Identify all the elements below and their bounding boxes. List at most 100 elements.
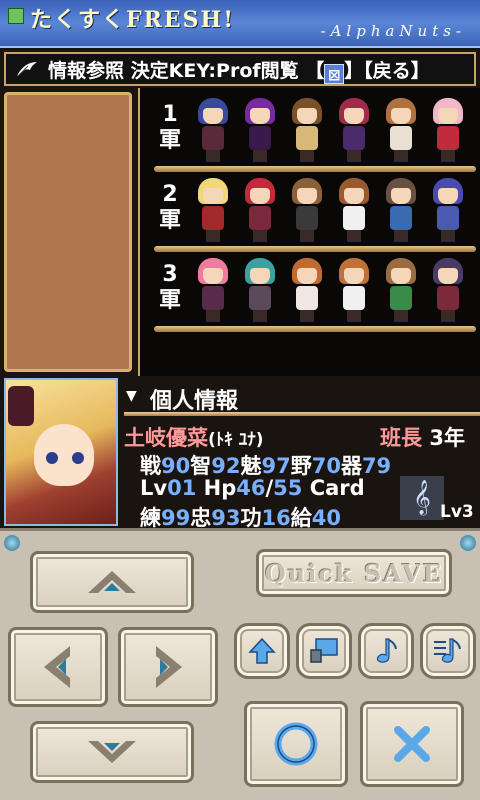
sprite-body: [249, 286, 271, 310]
sprite-body: [296, 286, 318, 310]
sprite-face: [391, 108, 411, 124]
confirm-button[interactable]: [244, 701, 348, 787]
portrait-eye: [72, 452, 84, 464]
sprite-legs: [206, 310, 220, 322]
arrow-right-icon: [156, 646, 182, 688]
army-row: 3 軍: [150, 254, 476, 336]
dpad-left-button[interactable]: [8, 627, 108, 707]
sprite-legs: [206, 150, 220, 162]
character-role: 班長: [380, 426, 422, 450]
sprite-body: [390, 286, 412, 310]
unit-sprite[interactable]: [429, 98, 467, 164]
app-subtitle: -AlphaNuts-: [320, 22, 466, 40]
sprite-body: [249, 206, 271, 230]
unit-sprite[interactable]: [382, 258, 420, 324]
sprite-face: [297, 188, 317, 204]
unit-sprite[interactable]: [288, 258, 326, 324]
app-icon: [8, 8, 24, 24]
personal-info-title: 個人情報: [150, 389, 239, 414]
music-button[interactable]: [358, 623, 414, 679]
sprite-legs: [253, 230, 267, 242]
sprite-face: [297, 108, 317, 124]
stat-value: 90: [161, 454, 191, 478]
dpad-right-button[interactable]: [118, 627, 218, 707]
corner-gem: [4, 535, 20, 551]
corner-gem: [460, 535, 476, 551]
unit-sprite[interactable]: [241, 178, 279, 244]
quick-save-button[interactable]: Quick SAVE: [256, 549, 452, 597]
stat-label: 練: [140, 506, 161, 530]
unit-sprite[interactable]: [288, 178, 326, 244]
unit-sprite[interactable]: [194, 258, 232, 324]
unit-sprite[interactable]: [382, 98, 420, 164]
dpad-up-button[interactable]: [30, 551, 194, 613]
stat-value: 97: [261, 454, 291, 478]
sprite-face: [391, 268, 411, 284]
header-text-prefix: 情報参照 決定KEY:Prof閲覧 【: [48, 60, 325, 82]
sprite-legs: [441, 150, 455, 162]
sprite-body: [202, 126, 224, 150]
sprite-face: [250, 108, 270, 124]
sprite-face: [438, 188, 458, 204]
sprite-body: [390, 206, 412, 230]
sprite-body: [437, 286, 459, 310]
sprite-face: [250, 268, 270, 284]
sprite-legs: [253, 150, 267, 162]
stat-label: 給: [290, 506, 312, 530]
cross-icon: [394, 726, 430, 762]
card-level: Lv3: [440, 502, 474, 522]
unit-sprite[interactable]: [382, 178, 420, 244]
stat-value: 16: [261, 506, 291, 530]
lv-label: Lv: [140, 476, 168, 500]
cancel-key-icon: ⊠: [324, 64, 345, 84]
unit-sprite[interactable]: [335, 98, 373, 164]
stat-label: 忠: [190, 506, 212, 530]
stat-label: 智: [190, 454, 212, 478]
sprite-body: [296, 206, 318, 230]
grade-unit: 年: [443, 426, 465, 450]
sprite-face: [438, 268, 458, 284]
menu-up-button[interactable]: [234, 623, 290, 679]
stat-label: 野: [290, 454, 312, 478]
hp-max-value: 55: [273, 476, 303, 500]
sprite-legs: [206, 230, 220, 242]
unit-sprite[interactable]: [335, 178, 373, 244]
music-list-button[interactable]: [420, 623, 476, 679]
window-toggle-button[interactable]: [296, 623, 352, 679]
arrow-down-icon: [88, 741, 136, 763]
triangle-down-icon: ▼: [126, 388, 137, 404]
unit-sprite[interactable]: [429, 258, 467, 324]
unit-sprite[interactable]: [194, 178, 232, 244]
unit-sprite[interactable]: [288, 98, 326, 164]
unit-sprite[interactable]: [194, 98, 232, 164]
sprite-body: [343, 126, 365, 150]
info-header-bar: 情報参照 決定KEY:Prof閲覧 【⊠ 】【戻る】: [4, 52, 476, 86]
army-row: 2 軍: [150, 174, 476, 256]
sprite-body: [390, 126, 412, 150]
sprite-face: [391, 188, 411, 204]
character-grade: 3: [429, 426, 444, 450]
control-pad: Quick SAVE: [0, 528, 480, 800]
sprite-face: [250, 188, 270, 204]
unit-sprite[interactable]: [335, 258, 373, 324]
sprite-body: [202, 286, 224, 310]
header-instructions: 情報参照 決定KEY:Prof閲覧 【⊠ 】【戻る】: [48, 56, 430, 84]
character-name: 土岐優菜: [124, 426, 208, 450]
personal-info-header: ▼ 個人情報: [120, 380, 480, 414]
app-title: たくすくFRESH!: [30, 7, 236, 33]
header-text-suffix: 】【戻る】: [344, 60, 430, 82]
dpad-down-button[interactable]: [30, 721, 194, 783]
stat-value: 40: [311, 506, 341, 530]
sprite-face: [203, 188, 223, 204]
unit-sprite[interactable]: [241, 258, 279, 324]
cancel-button[interactable]: [360, 701, 464, 787]
sprite-legs: [347, 150, 361, 162]
character-reading: (ﾄｷ ﾕﾅ): [208, 430, 264, 450]
unit-sprite[interactable]: [429, 178, 467, 244]
stats-row-2: Lv01 Hp46/55 Card: [140, 476, 365, 500]
hair-bow: [8, 386, 34, 426]
card-music-icon: 𝄞: [400, 476, 444, 520]
arrow-left-icon: [44, 646, 70, 688]
stat-value: 79: [361, 454, 392, 478]
unit-sprite[interactable]: [241, 98, 279, 164]
